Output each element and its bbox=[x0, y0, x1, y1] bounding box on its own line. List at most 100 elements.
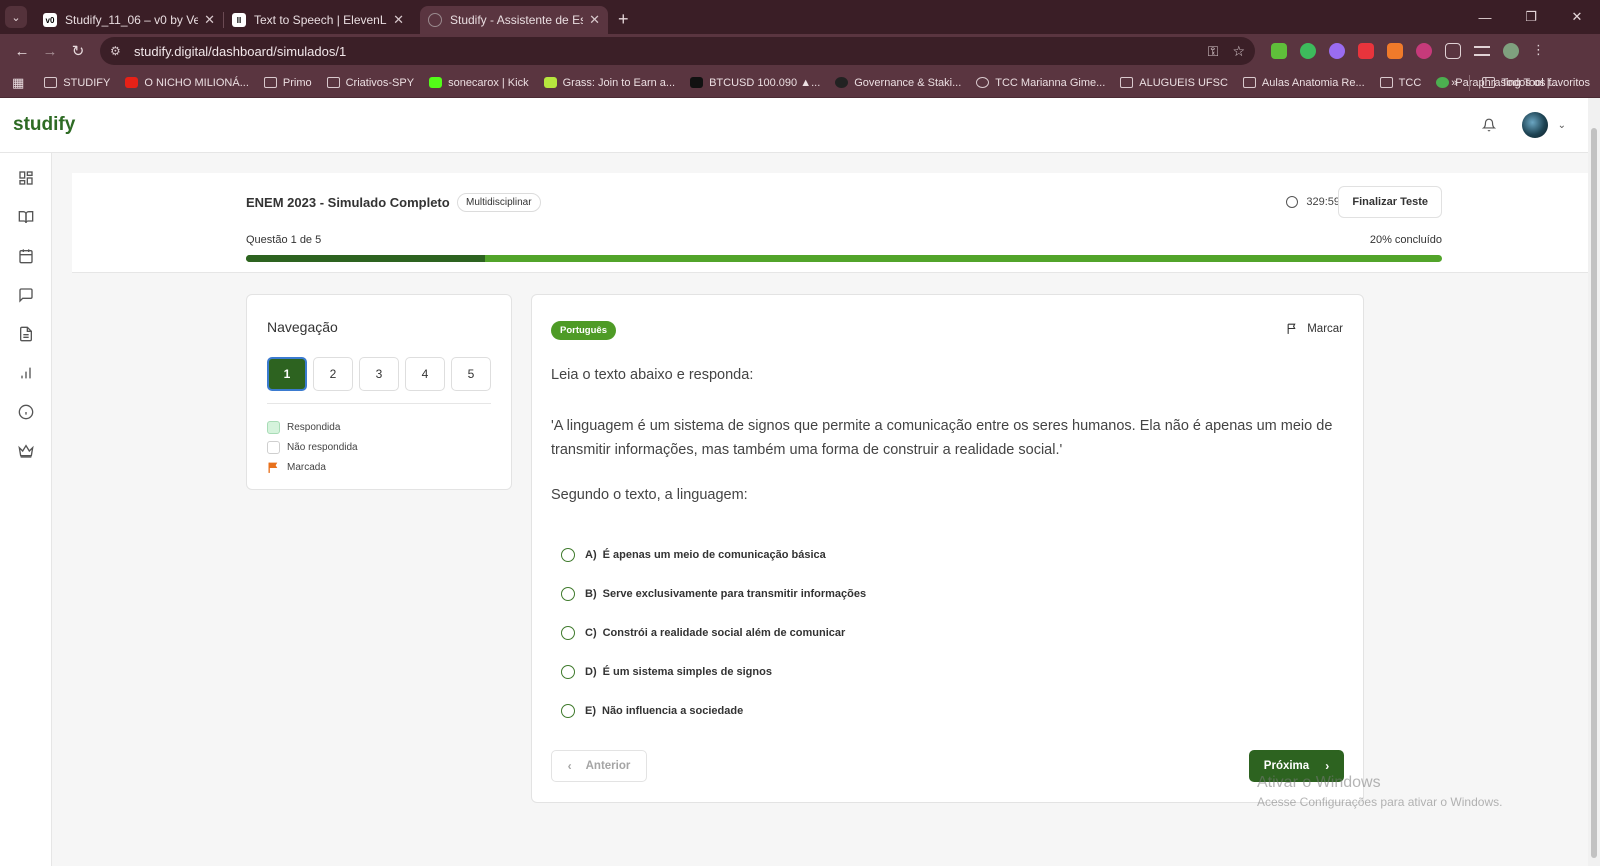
browser-tab-studify[interactable]: Studify - Assistente de Estudos ✕ bbox=[420, 6, 608, 34]
folder-icon bbox=[1120, 77, 1134, 88]
bookmark-primo[interactable]: Primo bbox=[263, 77, 312, 89]
crown-icon[interactable] bbox=[18, 443, 34, 459]
site-info-icon[interactable]: ⚙ bbox=[110, 44, 126, 58]
new-tab-plus-icon[interactable]: + bbox=[618, 9, 629, 30]
bookmark-star-icon[interactable]: ☆ bbox=[1232, 43, 1245, 60]
book-open-icon[interactable] bbox=[18, 209, 34, 225]
pink-extension-icon[interactable] bbox=[1416, 43, 1432, 59]
question-quote: 'A linguagem é um sistema de signos que … bbox=[551, 418, 1333, 458]
question-button-5[interactable]: 5 bbox=[451, 357, 491, 391]
option-text: Serve exclusivamente para transmitir inf… bbox=[602, 587, 867, 600]
tab-close-icon[interactable]: ✕ bbox=[589, 12, 600, 28]
back-arrow-icon[interactable]: ← bbox=[8, 37, 36, 65]
close-window-icon[interactable]: ✕ bbox=[1554, 0, 1600, 34]
tab-search-chevron-icon[interactable]: ⌄ bbox=[5, 6, 27, 28]
bell-icon[interactable] bbox=[1481, 118, 1496, 132]
watermark-subtitle: Acesse Configurações para ativar o Windo… bbox=[1257, 795, 1503, 809]
option-b[interactable]: B) Serve exclusivamente para transmitir … bbox=[561, 574, 866, 613]
tradingview-icon bbox=[690, 77, 704, 88]
bookmark-alugueis[interactable]: ALUGUEIS UFSC bbox=[1120, 77, 1228, 89]
purple-extension-icon[interactable] bbox=[1329, 43, 1345, 59]
fox-extension-icon[interactable] bbox=[1387, 43, 1403, 59]
bookmark-nicho[interactable]: O NICHO MILIONÁ... bbox=[125, 77, 249, 89]
bookmark-label: Aulas Anatomia Re... bbox=[1261, 76, 1365, 89]
profile-avatar-icon[interactable] bbox=[1503, 43, 1519, 59]
radio-button[interactable] bbox=[561, 664, 575, 679]
password-key-icon[interactable]: ⚿ bbox=[1208, 43, 1219, 60]
radio-button[interactable] bbox=[561, 625, 575, 640]
bookmark-grass[interactable]: Grass: Join to Earn a... bbox=[543, 77, 675, 89]
bar-chart-icon[interactable] bbox=[18, 365, 34, 381]
scrollbar-thumb[interactable] bbox=[1591, 128, 1597, 858]
dollar-extension-icon[interactable] bbox=[1300, 43, 1316, 59]
question-button-4[interactable]: 4 bbox=[405, 357, 445, 391]
unanswered-swatch bbox=[267, 440, 280, 454]
user-avatar[interactable] bbox=[1521, 112, 1548, 138]
radio-button[interactable] bbox=[561, 586, 575, 601]
flag-outline-icon bbox=[1287, 323, 1296, 334]
sidebar bbox=[0, 153, 52, 866]
radio-button[interactable] bbox=[561, 547, 575, 562]
bookmark-tcc[interactable]: TCC bbox=[1379, 76, 1422, 89]
bookmark-kick[interactable]: sonecarox | Kick bbox=[429, 77, 529, 89]
info-circle-icon[interactable] bbox=[18, 404, 34, 420]
minimize-icon[interactable]: — bbox=[1462, 0, 1508, 34]
question-button-1[interactable]: 1 bbox=[267, 357, 307, 391]
option-c[interactable]: C) Constrói a realidade social além de c… bbox=[561, 613, 866, 652]
bookmark-tcc-marianna[interactable]: TCC Marianna Gime... bbox=[976, 77, 1105, 89]
header-actions: ⌄ bbox=[1481, 112, 1566, 138]
radio-button[interactable] bbox=[561, 703, 575, 718]
page-scrollbar[interactable] bbox=[1588, 98, 1600, 866]
bookmark-btcusd[interactable]: BTCUSD 100.090 ▲... bbox=[690, 77, 820, 89]
chat-bubble-icon[interactable] bbox=[18, 287, 34, 303]
bookmark-governance[interactable]: Governance & Staki... bbox=[835, 77, 961, 89]
legend-label: Respondida bbox=[287, 421, 341, 433]
document-icon[interactable] bbox=[18, 326, 34, 342]
mark-question-button[interactable]: Marcar bbox=[1286, 322, 1343, 335]
finish-test-button[interactable]: Finalizar Teste bbox=[1338, 186, 1442, 218]
calendar-icon[interactable] bbox=[18, 248, 34, 264]
question-card: Português Marcar Leia o texto abaixo e r… bbox=[531, 294, 1364, 803]
bookmark-criativos[interactable]: Criativos-SPY bbox=[326, 77, 414, 89]
answer-options: A) É apenas um meio de comunicação básic… bbox=[561, 535, 866, 730]
kebab-menu-icon[interactable]: ⋮ bbox=[1532, 43, 1545, 59]
option-d[interactable]: D) É um sistema simples de signos bbox=[561, 652, 866, 691]
more-bookmarks-chevron[interactable]: » bbox=[1451, 77, 1457, 89]
next-label: Próxima bbox=[1263, 760, 1310, 772]
restore-icon[interactable]: ❐ bbox=[1508, 0, 1554, 34]
browser-tab-elevenlabs[interactable]: II Text to Speech | ElevenLabs ✕ bbox=[224, 6, 412, 34]
chevron-down-icon[interactable]: ⌄ bbox=[1558, 120, 1566, 131]
puzzle-extensions-icon[interactable] bbox=[1445, 43, 1461, 59]
bookmark-label: TCC bbox=[1398, 76, 1422, 89]
bookmark-aulas[interactable]: Aulas Anatomia Re... bbox=[1242, 76, 1365, 89]
studify-logo[interactable]: studify bbox=[13, 114, 75, 136]
dashboard-grid-icon[interactable] bbox=[18, 170, 34, 186]
globe-icon bbox=[428, 13, 442, 27]
subject-badge: Português bbox=[551, 321, 616, 340]
question-button-3[interactable]: 3 bbox=[359, 357, 399, 391]
media-queue-icon[interactable] bbox=[1474, 46, 1490, 56]
globe-icon bbox=[976, 77, 990, 88]
previous-button[interactable]: ‹ Anterior bbox=[551, 750, 647, 782]
option-a[interactable]: A) É apenas um meio de comunicação básic… bbox=[561, 535, 866, 574]
address-bar[interactable]: ⚙ studify.digital/dashboard/simulados/1 … bbox=[100, 37, 1255, 65]
all-bookmarks[interactable]: Todos os favoritos bbox=[1482, 77, 1590, 89]
option-text: Não influencia a sociedade bbox=[602, 704, 744, 717]
red-extension-icon[interactable] bbox=[1358, 43, 1374, 59]
question-button-2[interactable]: 2 bbox=[313, 357, 353, 391]
tab-close-icon[interactable]: ✕ bbox=[204, 12, 215, 28]
tab-close-icon[interactable]: ✕ bbox=[393, 12, 404, 28]
forward-arrow-icon[interactable]: → bbox=[36, 37, 64, 65]
status-legend: Respondida Não respondida Marcada bbox=[267, 417, 358, 477]
chart-extension-icon[interactable] bbox=[1271, 43, 1287, 59]
navigation-card: Navegação 1 2 3 4 5 Respondida Não respo… bbox=[246, 294, 512, 490]
tab-title: Text to Speech | ElevenLabs bbox=[254, 13, 387, 27]
legend-answered: Respondida bbox=[267, 417, 358, 437]
apps-grid-icon[interactable]: ▦ bbox=[12, 75, 24, 91]
option-e[interactable]: E) Não influencia a sociedade bbox=[561, 691, 866, 730]
bookmark-studify[interactable]: STUDIFY bbox=[44, 77, 110, 89]
browser-tab-v0[interactable]: v0 Studify_11_06 – v0 by Vercel ✕ bbox=[35, 6, 223, 34]
browser-toolbar: ← → ↻ ⚙ studify.digital/dashboard/simula… bbox=[0, 34, 1600, 68]
navigation-title: Navegação bbox=[267, 319, 338, 335]
reload-icon[interactable]: ↻ bbox=[64, 37, 92, 65]
